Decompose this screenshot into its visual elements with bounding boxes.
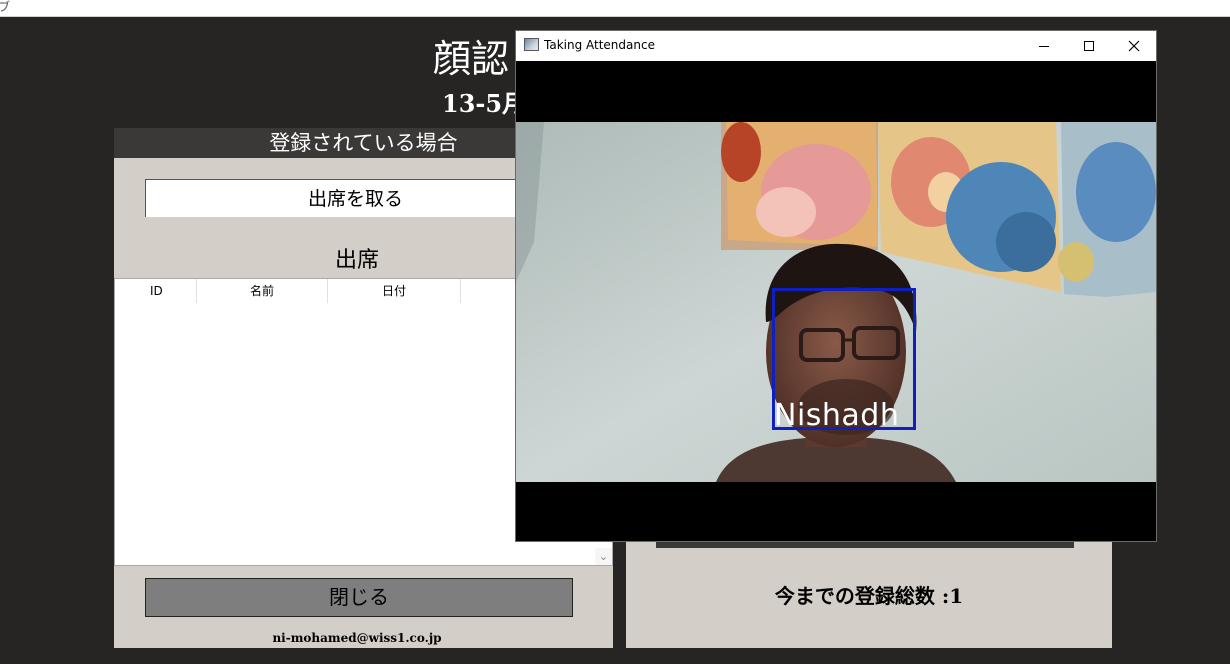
- maximize-icon: [1084, 41, 1094, 51]
- contact-email: ni-mohamed@wiss1.co.jp: [272, 631, 442, 645]
- take-attendance-button[interactable]: 出席を取る: [145, 179, 565, 217]
- app-date: 13-5月: [442, 89, 527, 118]
- camera-window-title: Taking Attendance: [544, 38, 655, 52]
- camera-window[interactable]: Taking Attendance Nishadh: [515, 30, 1157, 542]
- minimize-icon: [1039, 46, 1049, 47]
- registered-total: 今までの登録総数 :1: [774, 584, 964, 608]
- close-window-button[interactable]: [1111, 31, 1157, 61]
- scroll-down-arrow-icon[interactable]: ⌄: [595, 548, 612, 565]
- detected-face-label: Nishadh: [774, 398, 900, 433]
- attendance-table-header: ID 名前 日付: [115, 279, 515, 303]
- column-header-name[interactable]: 名前: [197, 279, 328, 303]
- maximize-button[interactable]: [1066, 31, 1112, 61]
- app-title: 顔認: [433, 37, 510, 81]
- new-registration-panel: 今までの登録総数 :1: [626, 540, 1112, 648]
- column-header-id[interactable]: ID: [115, 279, 197, 303]
- camera-window-titlebar[interactable]: Taking Attendance: [516, 31, 1156, 61]
- camera-feed: Nishadh: [516, 122, 1156, 482]
- column-header-date[interactable]: 日付: [328, 279, 461, 303]
- window-top-strip: ブ: [0, 0, 1230, 17]
- minimize-button[interactable]: [1021, 31, 1067, 61]
- close-icon: [1128, 40, 1140, 52]
- window-title-fragment: ブ: [0, 0, 11, 14]
- window-app-icon: [524, 38, 539, 51]
- close-button[interactable]: 閉じる: [145, 578, 573, 617]
